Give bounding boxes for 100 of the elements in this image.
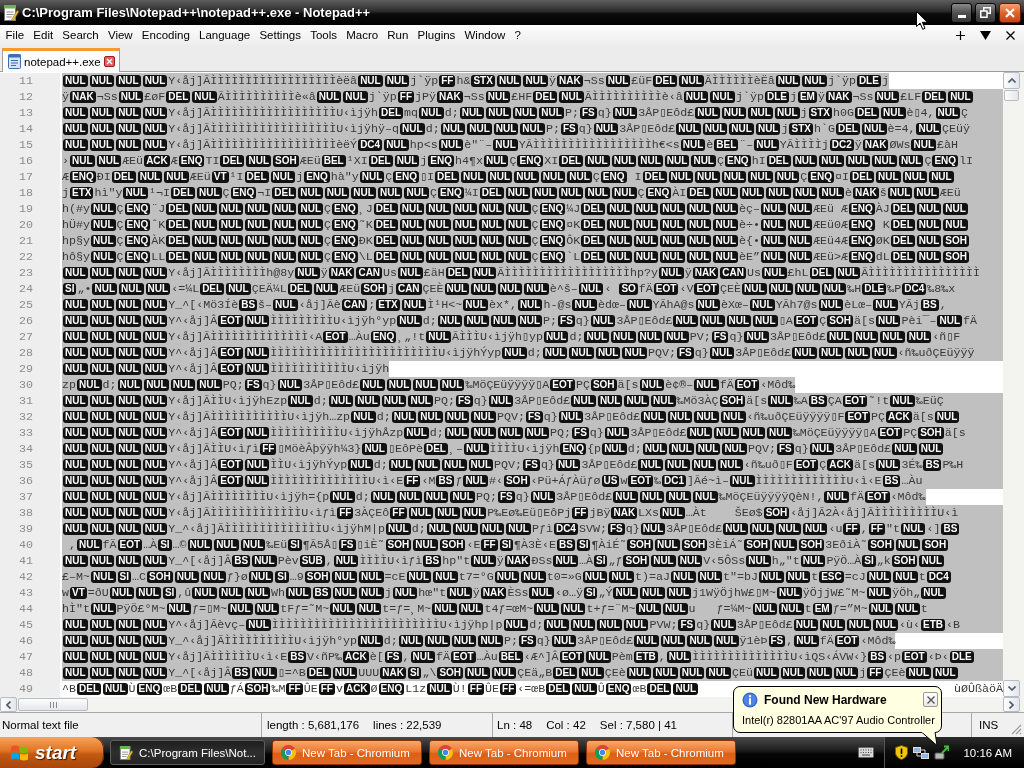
line-number: 40 [0, 537, 60, 553]
control-code: NUL [116, 75, 141, 87]
restore-button[interactable] [975, 2, 996, 23]
binary-text: ‰H [847, 281, 862, 297]
control-code: NUL [399, 235, 425, 247]
binary-text: Y_^[‹åj]Â [168, 553, 232, 569]
control-code: NUL [874, 91, 900, 103]
control-code: NUL [463, 475, 488, 487]
control-code: ETB [633, 651, 658, 663]
caret-icon[interactable] [980, 30, 991, 40]
control-code: NUL [713, 427, 739, 439]
binary-text: „k [876, 553, 891, 569]
control-code: NUL [607, 235, 632, 247]
binary-text: Ù [128, 681, 136, 697]
menu-item[interactable]: Macro [341, 29, 383, 41]
binary-text: ▯iÈ˜ [356, 537, 385, 553]
line-number: 15 [0, 137, 60, 153]
binary-text: ¼I [464, 185, 479, 201]
menu-item[interactable]: Language [194, 29, 255, 41]
taskbar-button[interactable]: New Tab - Chromium [272, 740, 422, 765]
menu-item[interactable]: File [1, 29, 29, 41]
control-code: NUL [381, 395, 407, 407]
menu-item[interactable]: Plugins [413, 29, 460, 41]
binary-text: 3ÅP▯Eôd£ [584, 409, 641, 425]
close-icon[interactable] [1006, 30, 1015, 40]
control-code: NUL [174, 571, 200, 583]
control-code: NUL [612, 107, 638, 119]
scroll-down-button[interactable] [1003, 680, 1020, 697]
control-code: NUL [873, 619, 898, 631]
control-code: NUL [754, 667, 779, 679]
taskbar-button[interactable]: New Tab - Chromium [429, 740, 579, 765]
binary-text: èx*, [488, 297, 517, 313]
control-code: EOT [694, 283, 719, 295]
control-code: NUL [571, 395, 596, 407]
control-code: NUL [270, 171, 296, 183]
control-code: ENQ [724, 155, 751, 167]
binary-text: fÄ [436, 649, 451, 665]
control-code: NUL [192, 235, 217, 247]
vertical-scrollbar[interactable] [1003, 72, 1024, 697]
binary-text: d; [429, 425, 444, 441]
line-number: 35 [0, 457, 60, 473]
scroll-thumb[interactable] [1004, 90, 1019, 101]
resize-grip-icon[interactable] [1011, 724, 1022, 735]
control-code: NUL [298, 219, 324, 231]
text-editor[interactable] [0, 72, 1003, 697]
shield-icon[interactable] [895, 745, 909, 760]
menu-item[interactable]: Encoding [137, 29, 195, 41]
control-code: NUL [780, 667, 806, 679]
binary-text: ¬Ss [96, 89, 118, 105]
control-code: NUL [641, 411, 666, 423]
scroll-up-button[interactable] [1003, 72, 1020, 89]
scroll-thumb[interactable] [18, 698, 88, 711]
close-icon[interactable] [103, 56, 115, 67]
menu-item[interactable]: Window [459, 29, 510, 41]
control-code: NUL [116, 123, 141, 135]
keyboard-icon[interactable] [858, 747, 875, 758]
notification-tooltip[interactable]: Found New Hardware Intel(r) 82801AA AC'97 Audio Controller [733, 686, 942, 733]
control-code: NUL [332, 587, 358, 599]
close-button[interactable] [999, 2, 1021, 23]
menu-item[interactable]: View [103, 29, 138, 41]
control-code: NUL [572, 683, 597, 695]
control-code: ENQ [304, 171, 330, 183]
binary-text: ÆEü4Æ [813, 233, 849, 249]
control-code: NUL [866, 587, 892, 599]
control-code: NUL [579, 667, 604, 679]
control-code: NUL [63, 507, 88, 519]
scroll-right-button[interactable] [1003, 697, 1020, 712]
control-code: NUL [89, 619, 115, 631]
binary-text: è [706, 137, 714, 153]
menu-item[interactable]: ? [510, 29, 526, 41]
binary-text: Us [383, 265, 398, 281]
minimize-button[interactable] [951, 2, 972, 23]
control-code: NUL [142, 139, 168, 151]
control-code: NUL [406, 571, 432, 583]
taskbar-button[interactable]: C:\Program Files\Not... [110, 740, 265, 765]
menu-item[interactable]: Tools [305, 29, 342, 41]
control-code: NUL [142, 347, 168, 359]
taskbar-button[interactable]: New Tab - Chromium [586, 740, 736, 765]
control-code: NUL [463, 299, 488, 311]
control-code: NUL [246, 155, 272, 167]
line-number: 18 [0, 185, 60, 201]
file-tab[interactable]: notepad++.exe [2, 48, 120, 72]
clock[interactable]: 10:16 AM [963, 746, 1012, 759]
menu-item[interactable]: Settings [254, 29, 306, 41]
control-code: NUL [404, 427, 429, 439]
menu-item[interactable]: Search [57, 29, 104, 41]
control-code: NUL [679, 75, 704, 87]
start-button[interactable]: start [0, 737, 104, 768]
control-code: NUL [676, 123, 701, 135]
control-code: NUL [452, 251, 478, 263]
scroll-left-button[interactable] [0, 697, 17, 712]
device-icon[interactable] [934, 745, 950, 760]
close-button[interactable] [923, 692, 938, 707]
binary-text: ƒ=▯M~ [192, 601, 228, 617]
control-code: NUL [593, 123, 619, 135]
menu-item[interactable]: Run [382, 29, 413, 41]
network-icon[interactable] [913, 746, 930, 759]
plus-icon[interactable] [956, 30, 965, 40]
menu-item[interactable]: Edit [28, 29, 58, 41]
binary-text: t [804, 601, 812, 617]
